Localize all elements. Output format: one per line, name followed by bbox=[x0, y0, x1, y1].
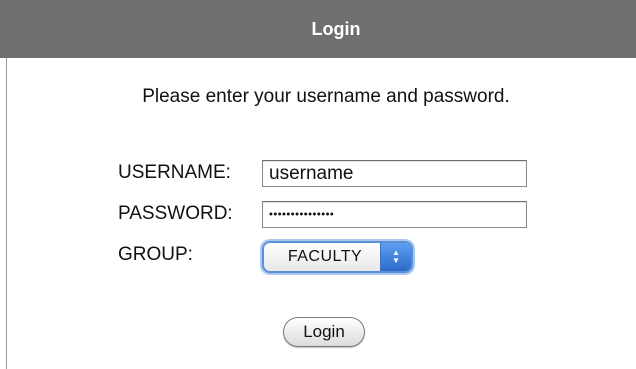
username-label: USERNAME: bbox=[118, 162, 231, 183]
password-field[interactable]: ••••••••••••••• bbox=[262, 201, 527, 228]
group-select[interactable]: FACULTY ▲ ▼ bbox=[262, 241, 413, 273]
group-select-value: FACULTY bbox=[287, 248, 363, 265]
login-panel: Login Please enter your username and pas… bbox=[0, 0, 636, 369]
username-value: username bbox=[269, 163, 354, 184]
login-header-title: Login bbox=[311, 18, 361, 39]
login-button-label: Login bbox=[303, 322, 345, 341]
group-label: GROUP: bbox=[118, 244, 193, 265]
password-mask: ••••••••••••••• bbox=[269, 208, 335, 221]
username-field[interactable]: username bbox=[262, 160, 527, 187]
login-button[interactable]: Login bbox=[283, 317, 365, 347]
login-instructions: Please enter your username and password. bbox=[142, 86, 510, 107]
password-label: PASSWORD: bbox=[118, 203, 233, 224]
login-header: Login bbox=[0, 0, 636, 58]
up-down-chevron-icon: ▲ ▼ bbox=[380, 243, 411, 271]
